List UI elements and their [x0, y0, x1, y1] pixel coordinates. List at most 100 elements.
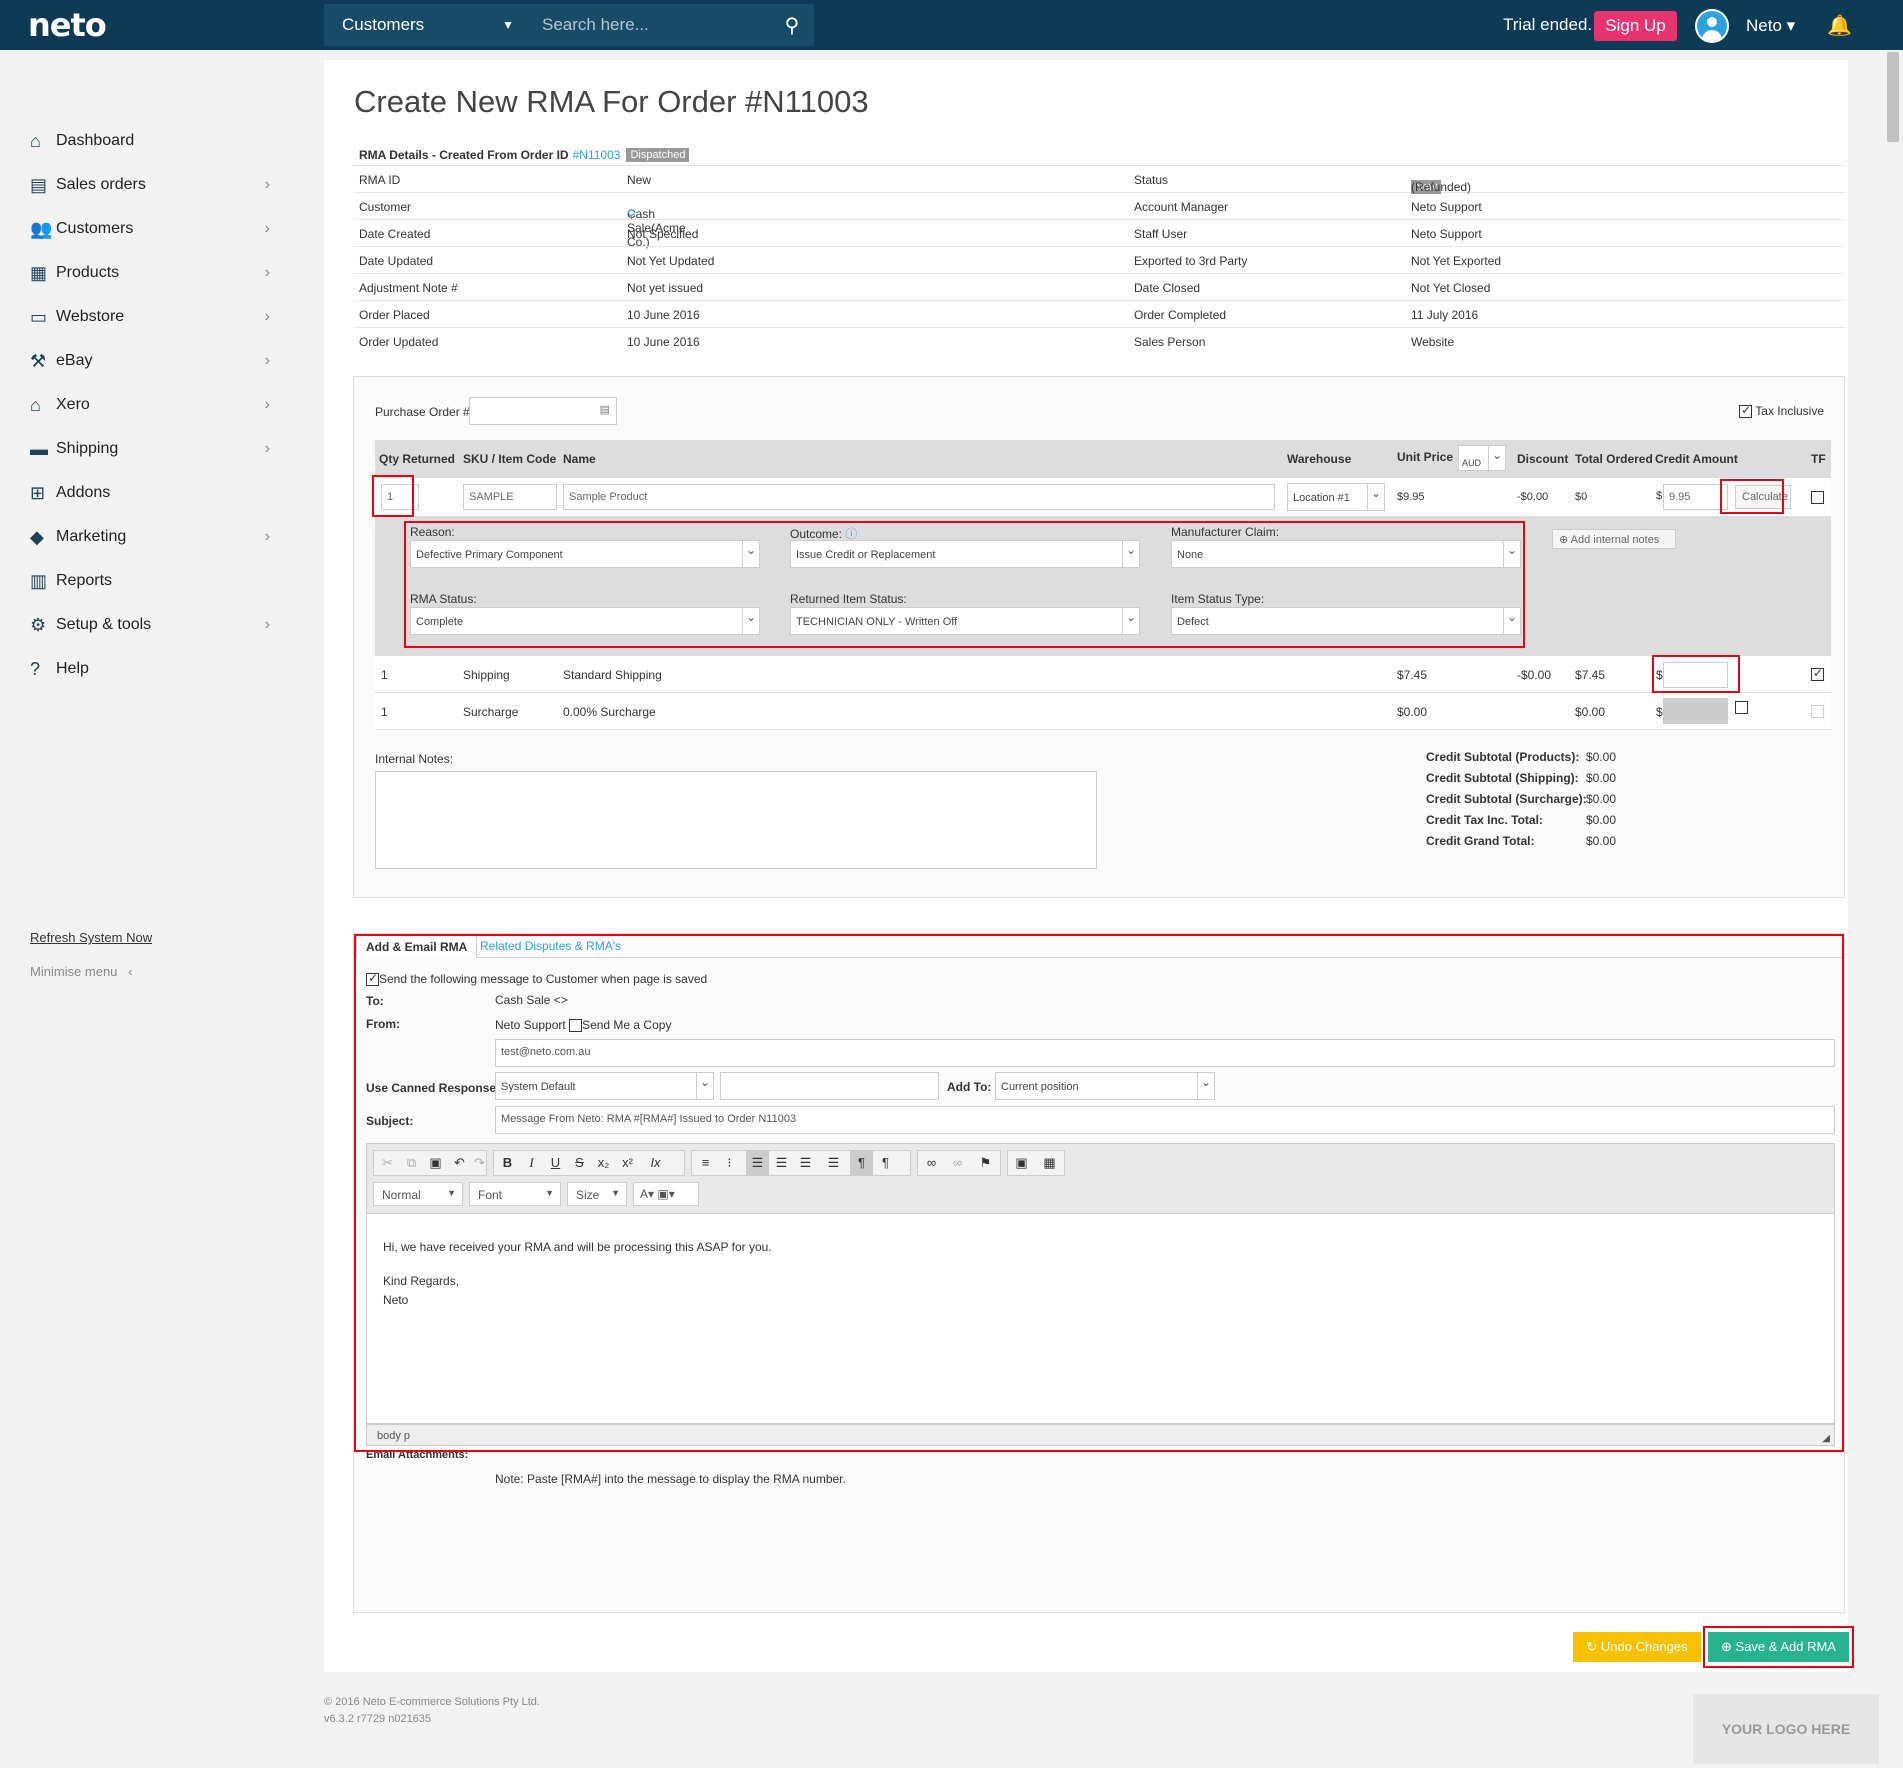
detail-value: Neto Support [1411, 200, 1482, 214]
search-scope-select[interactable]: Customers ▼ [324, 4, 532, 46]
sidebar-item-xero[interactable]: ⌂ Xero › [30, 390, 270, 420]
sidebar-item-label: Dashboard [56, 132, 135, 149]
sidebar-item-reports[interactable]: ▥ Reports [30, 566, 270, 596]
tag-icon: ◆ [30, 526, 44, 547]
main-content: Create New RMA For Order #N11003 RMA Det… [324, 60, 1848, 1672]
bar-chart-icon: ▥ [30, 570, 48, 591]
surcharge-total: $0.00 [1575, 705, 1606, 719]
plus-icon: ⊞ [30, 482, 46, 503]
sidebar-item-sales-orders[interactable]: ▤ Sales orders › [30, 170, 270, 200]
detail-value: Website [1411, 335, 1455, 349]
sidebar-item-label: Setup & tools [56, 616, 152, 633]
detail-value: Not Yet Updated [627, 254, 715, 268]
search-icon[interactable]: ⚲ [770, 13, 814, 38]
detail-value: 11 July 2016 [1411, 308, 1479, 322]
tax-inclusive-checkbox[interactable] [1739, 403, 1753, 419]
detail-value: Not Yet Exported [1411, 254, 1502, 268]
sidebar-item-help[interactable]: ? Help [30, 654, 270, 684]
surcharge-qty: 1 [381, 705, 388, 719]
warehouse-value: Location #1 [1293, 492, 1350, 504]
plus-circle-icon: ⊕ [1559, 534, 1569, 546]
sidebar-item-webstore[interactable]: ▭ Webstore › [30, 302, 270, 332]
sidebar-item-setup-tools[interactable]: ⚙ Setup & tools › [30, 610, 270, 640]
credit-amount-input[interactable]: 9.95 [1663, 484, 1728, 510]
scrollbar[interactable] [1884, 50, 1903, 1768]
chevron-right-icon: › [264, 396, 270, 413]
highlight-save-button [1703, 1626, 1854, 1668]
undo-changes-button[interactable]: ↻ Undo Changes [1573, 1632, 1701, 1662]
shipping-discount: -$0.00 [1517, 668, 1552, 682]
detail-value: Not yet issued [627, 281, 704, 295]
chevron-right-icon: › [264, 528, 270, 545]
unit-price: $9.95 [1397, 491, 1425, 503]
user-menu[interactable]: Neto ▾ [1746, 16, 1795, 36]
sidebar-item-addons[interactable]: ⊞ Addons [30, 478, 270, 508]
shipping-price: $7.45 [1397, 668, 1428, 682]
avatar-icon[interactable] [1695, 9, 1729, 43]
tf-checkbox[interactable] [1811, 491, 1824, 504]
tax-inclusive-toggle[interactable]: Tax Inclusive [1739, 403, 1824, 419]
col-warehouse: Warehouse [1287, 452, 1352, 466]
signup-button[interactable]: Sign Up [1594, 11, 1677, 41]
sidebar-item-dashboard[interactable]: ⌂ Dashboard [30, 126, 270, 156]
sidebar-item-shipping[interactable]: ▬ Shipping › [30, 434, 270, 464]
po-label: Purchase Order # [375, 405, 470, 419]
search-bar: Customers ▼ ⚲ [324, 4, 814, 46]
bell-icon[interactable]: 🔔 [1827, 13, 1852, 38]
internal-notes-textarea[interactable] [375, 771, 1097, 869]
detail-label: Order Placed [359, 308, 430, 322]
currency-select[interactable]: AUD [1458, 445, 1506, 472]
page-title: Create New RMA For Order #N11003 [354, 84, 869, 119]
total-value: $0.00 [1586, 834, 1617, 848]
order-link[interactable]: #N11003 [573, 148, 621, 162]
detail-label: Exported to 3rd Party [1134, 254, 1248, 268]
total-row: Credit Subtotal (Products): $0.00 [1426, 750, 1826, 771]
sidebar-item-products[interactable]: ▦ Products › [30, 258, 270, 288]
sidebar-item-marketing[interactable]: ◆ Marketing › [30, 522, 270, 552]
total-value: $0.00 [1586, 792, 1617, 806]
sku-input[interactable]: SAMPLE [463, 484, 557, 510]
sidebar-item-customers[interactable]: 👥 Customers › [30, 214, 270, 244]
users-icon: 👥 [30, 218, 53, 239]
add-internal-notes-button[interactable]: ⊕ Add internal notes [1552, 529, 1676, 549]
purchase-order-input[interactable]: ▤ [469, 397, 617, 425]
sidebar-item-ebay[interactable]: ⚒ eBay › [30, 346, 270, 376]
sidebar-item-label: Shipping [56, 440, 119, 457]
surcharge-checkbox[interactable] [1735, 701, 1748, 714]
col-discount: Discount [1517, 452, 1569, 466]
detail-label: Account Manager [1134, 200, 1229, 214]
chevron-right-icon: › [264, 220, 270, 237]
col-qty: Qty Returned [379, 452, 456, 466]
dispatched-badge: Dispatched [626, 147, 690, 162]
refresh-system-link[interactable]: Refresh System Now [30, 930, 152, 945]
detail-label: Status [1134, 173, 1169, 187]
detail-label: Adjustment Note # [359, 281, 458, 295]
top-bar: neto Customers ▼ ⚲ Trial ended. Sign Up N… [0, 0, 1903, 50]
caret-down-icon: ▼ [502, 18, 514, 32]
surcharge-name: 0.00% Surcharge [563, 705, 656, 719]
product-row: 1 SAMPLE Sample Product Location #1 $9.9… [375, 478, 1831, 517]
magnifier-icon[interactable]: ⚲ [627, 207, 636, 221]
product-name-input[interactable]: Sample Product [563, 484, 1275, 510]
detail-value: 10 June 2016 [627, 335, 700, 349]
sidebar-item-label: Xero [56, 396, 90, 413]
detail-label: Staff User [1134, 227, 1188, 241]
scrollbar-thumb[interactable] [1887, 52, 1899, 142]
shipping-tf-checkbox[interactable] [1811, 666, 1824, 681]
highlight-shipping-credit [1652, 655, 1740, 693]
sidebar-item-label: Addons [56, 484, 111, 501]
detail-label: Date Updated [359, 254, 434, 268]
surcharge-sku: Surcharge [463, 705, 519, 719]
total-label: Credit Subtotal (Products): [1426, 750, 1580, 764]
window-icon: ▭ [30, 306, 48, 327]
calendar-icon[interactable]: ▤ [600, 403, 610, 416]
tax-inclusive-label: Tax Inclusive [1755, 404, 1824, 418]
neto-logo[interactable]: neto [28, 6, 107, 44]
home-icon: ⌂ [30, 130, 41, 151]
sidebar-item-label: Customers [56, 220, 134, 237]
search-input[interactable] [532, 4, 770, 46]
total-label: Credit Subtotal (Shipping): [1426, 771, 1579, 785]
question-icon: ? [30, 658, 41, 679]
minimise-menu-link[interactable]: Minimise menu ‹ [30, 964, 133, 979]
warehouse-select[interactable]: Location #1 [1287, 483, 1385, 511]
